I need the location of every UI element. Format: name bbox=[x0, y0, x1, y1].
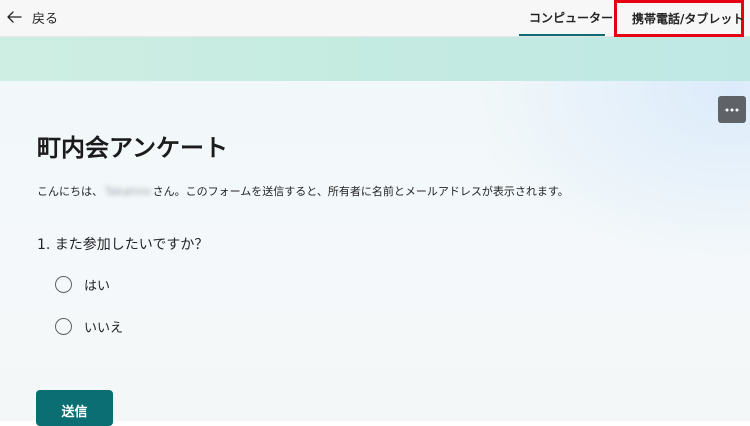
option-label: いいえ bbox=[84, 320, 124, 336]
option-yes[interactable]: はい bbox=[55, 274, 110, 294]
radio-button[interactable] bbox=[55, 275, 72, 293]
tab-computer-label: コンピューター bbox=[529, 10, 614, 25]
back-label: 戻る bbox=[32, 11, 59, 27]
radio-button[interactable] bbox=[55, 317, 72, 335]
option-no[interactable]: いいえ bbox=[55, 316, 123, 336]
preview-toolbar: 戻る コンピューター 携帯電話/タブレット bbox=[0, 0, 750, 37]
notice-greeting: こんにちは、 bbox=[37, 185, 103, 198]
tab-mobile-view[interactable]: 携帯電話/タブレット bbox=[614, 0, 744, 37]
form-title: 町内会アンケート bbox=[37, 134, 229, 162]
more-options-button[interactable] bbox=[718, 96, 746, 123]
notice-text: さん。このフォームを送信すると、所有者に名前とメールアドレスが表示されます。 bbox=[152, 185, 569, 198]
tab-mobile-label: 携帯電話/タブレット bbox=[632, 12, 745, 26]
back-button[interactable]: 戻る bbox=[6, 6, 58, 28]
tab-computer-view[interactable]: コンピューター bbox=[519, 0, 613, 36]
option-label: はい bbox=[84, 278, 111, 294]
question-title: 1. また参加したいですか？ bbox=[37, 237, 209, 253]
identity-notice: こんにちは、 Takahiro さん。このフォームを送信すると、所有者に名前とメ… bbox=[37, 183, 569, 199]
more-options-icon bbox=[725, 108, 739, 111]
user-name-blurred: Takahiro bbox=[105, 184, 151, 198]
arrow-left-icon bbox=[7, 11, 22, 23]
form-banner bbox=[0, 37, 750, 81]
